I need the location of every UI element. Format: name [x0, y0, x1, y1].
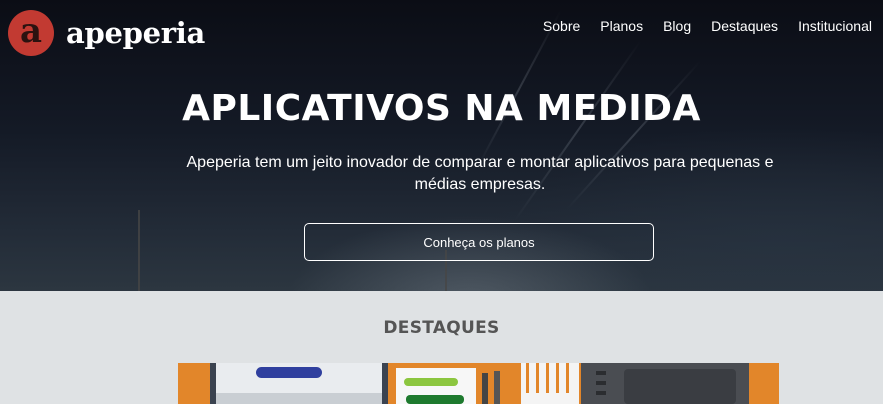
tablet-button [596, 371, 606, 375]
highlights-title: DESTAQUES [383, 318, 500, 338]
laptop-keyboard [216, 393, 382, 404]
featured-illustration[interactable] [178, 363, 779, 404]
see-plans-button[interactable]: Conheça os planos [304, 223, 654, 261]
pencil-icon [556, 363, 559, 393]
logo[interactable]: a apeperia [8, 10, 205, 56]
tablet-button [596, 381, 606, 385]
pencil-icon [526, 363, 529, 393]
hero-banner: a apeperia Sobre Planos Blog Destaques I… [0, 0, 883, 291]
logo-mark-icon: a [8, 10, 54, 56]
pencil-icon [546, 363, 549, 393]
hero-subtitle: Apeperia tem um jeito inovador de compar… [186, 154, 774, 193]
paint-stroke-blue [256, 367, 322, 378]
pencil-icon [536, 363, 539, 393]
logo-text: apeperia [66, 16, 205, 50]
hero-title: APLICATIVOS NA MEDIDA [182, 88, 701, 129]
paint-stroke-green [404, 378, 458, 386]
nav-link-destaques[interactable]: Destaques [711, 18, 778, 34]
brush-icon [494, 371, 500, 404]
nav-link-sobre[interactable]: Sobre [543, 18, 580, 34]
ship-mast [138, 210, 140, 291]
paint-stroke-dark-green [406, 395, 464, 404]
nav-link-institucional[interactable]: Institucional [798, 18, 872, 34]
tablet-screen [624, 369, 736, 404]
tablet-button [596, 391, 606, 395]
pencil-icon [566, 363, 569, 393]
nav-link-planos[interactable]: Planos [600, 18, 643, 34]
main-nav: Sobre Planos Blog Destaques Instituciona… [523, 18, 872, 34]
notebook-shape [521, 363, 579, 404]
brush-icon [482, 373, 488, 404]
nav-link-blog[interactable]: Blog [663, 18, 691, 34]
